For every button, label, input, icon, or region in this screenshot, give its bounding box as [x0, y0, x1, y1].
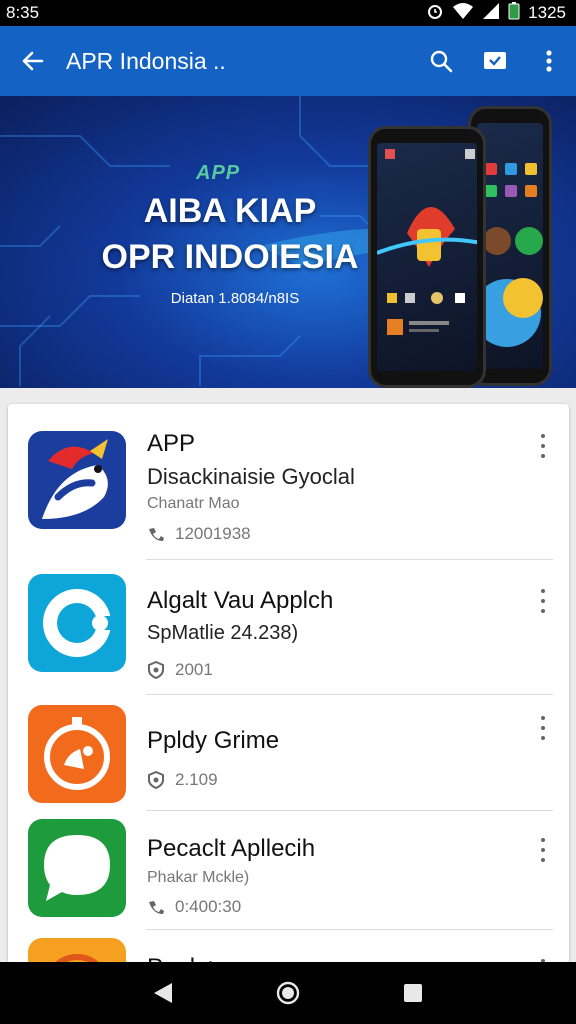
status-bar: 8:35 1325 — [0, 0, 576, 26]
app-developer: Phakar Mckle) — [147, 869, 250, 886]
cast-icon — [484, 52, 506, 69]
list-item[interactable]: Algalt Vau Applch SpMatlie 24.238) 2001 — [8, 560, 569, 694]
app-icon-timer — [28, 705, 126, 803]
item-more-button[interactable] — [531, 586, 555, 616]
app-icon-chat-bubble — [28, 819, 126, 917]
app-stat: 2.109 — [147, 770, 218, 790]
app-title: Pecaclt Apllecih — [147, 835, 316, 862]
banner-logo: APP — [196, 162, 241, 184]
promo-banner[interactable]: APP AIBA KIAP OPR INDOIESIA Diatan 1.808… — [0, 96, 576, 388]
app-subtitle: Disackinaisie Gyoclal — [147, 464, 355, 489]
phone-icon — [149, 528, 164, 541]
battery-icon — [508, 1, 520, 25]
app-stat-value: 2.109 — [175, 770, 218, 789]
app-stat: 0:400:30 — [147, 897, 241, 917]
shield-icon — [148, 771, 164, 789]
phone-screen — [477, 123, 543, 369]
search-button[interactable] — [414, 26, 468, 96]
app-subtitle: SpMatlie 24.238) — [147, 622, 299, 644]
app-title: Algalt Vau Applch — [147, 587, 334, 614]
status-clock: 1325 — [528, 3, 566, 22]
item-more-button[interactable] — [531, 835, 555, 865]
back-button[interactable] — [0, 26, 66, 96]
search-icon — [430, 50, 453, 73]
list-item[interactable]: Pecaclt Apllecih Phakar Mckle) 0:400:30 — [8, 811, 569, 929]
app-bar: APR Indonsia .. — [0, 26, 576, 96]
item-more-button[interactable] — [531, 431, 555, 461]
cast-button[interactable] — [468, 26, 522, 96]
alarm-icon — [426, 2, 444, 25]
status-time: 8:35 — [6, 3, 40, 22]
app-stat-value: 12001938 — [175, 524, 251, 543]
phone-image-front — [368, 126, 486, 388]
phone-screen — [377, 143, 477, 371]
back-triangle-icon — [153, 983, 172, 1003]
status-icons: 1325 — [426, 1, 566, 25]
app-icon-bird — [28, 431, 126, 529]
wifi-icon — [452, 2, 474, 25]
app-stat-value: 2001 — [175, 660, 213, 679]
nav-back-button[interactable] — [138, 968, 188, 1018]
back-arrow-icon — [22, 51, 44, 71]
item-more-button[interactable] — [531, 713, 555, 743]
recents-square-icon — [404, 984, 423, 1002]
home-circle-icon — [276, 981, 300, 1005]
app-stat: 12001938 — [147, 524, 251, 544]
signal-icon — [482, 2, 500, 25]
nav-home-button[interactable] — [263, 968, 313, 1018]
app-developer: Chanatr Mao — [147, 495, 240, 512]
list-item[interactable]: Ppldy Grime 2.109 — [8, 695, 569, 810]
app-list-card: APP Disackinaisie Gyoclal Chanatr Mao 12… — [8, 404, 569, 964]
list-item[interactable]: APP Disackinaisie Gyoclal Chanatr Mao 12… — [8, 404, 569, 559]
list-item[interactable]: Peak > — [8, 930, 569, 964]
nav-recents-button[interactable] — [388, 968, 438, 1018]
app-icon-partial — [28, 938, 126, 964]
app-stat-value: 0:400:30 — [175, 897, 242, 916]
app-title: Ppldy Grime — [147, 727, 280, 754]
app-title: APP — [147, 430, 196, 457]
system-nav-bar — [0, 962, 576, 1024]
app-stat: 2001 — [147, 660, 213, 680]
shield-icon — [148, 661, 164, 679]
phone-icon — [149, 901, 164, 914]
more-vert-icon — [546, 50, 552, 72]
overflow-menu-button[interactable] — [522, 26, 576, 96]
app-icon-c-logo — [28, 574, 126, 672]
app-bar-title: APR Indonsia .. — [66, 47, 226, 74]
